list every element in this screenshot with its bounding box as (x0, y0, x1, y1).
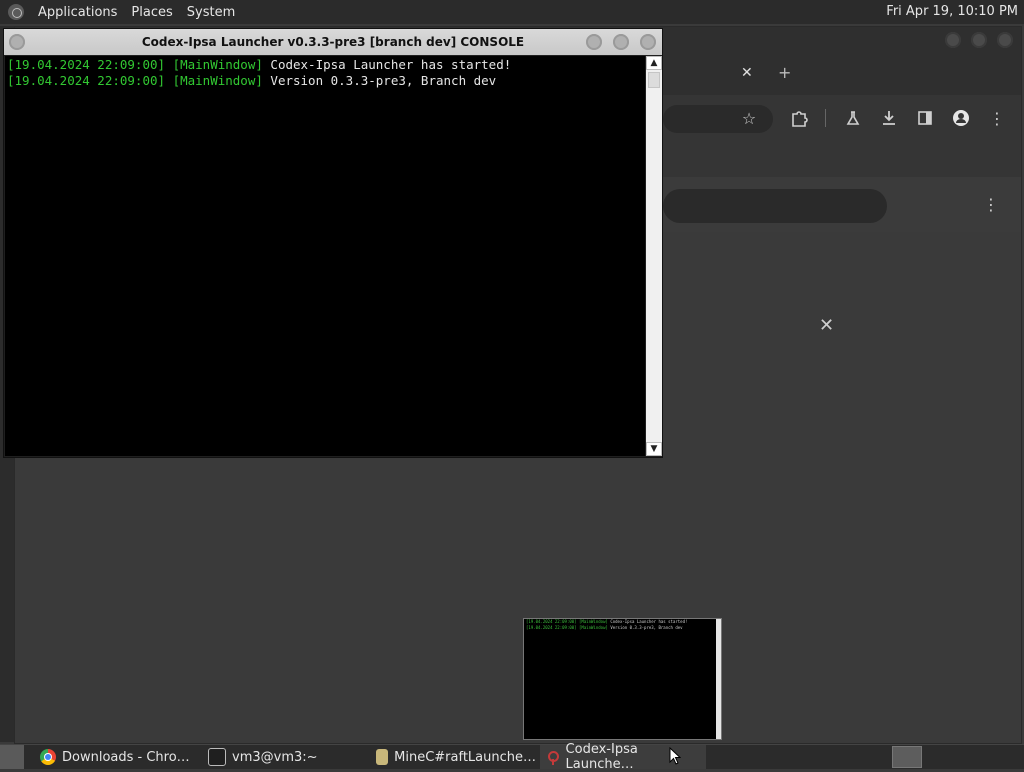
console-window: Codex-Ipsa Launcher v0.3.3-pre3 [branch … (3, 28, 663, 458)
log-tag: [MainWindow] (172, 73, 263, 88)
menu-applications[interactable]: Applications (38, 5, 117, 20)
minimize-button[interactable] (945, 32, 961, 48)
maximize-button[interactable] (613, 34, 629, 50)
scroll-up-icon[interactable]: ▲ (646, 56, 662, 70)
extensions-icon[interactable] (788, 107, 810, 129)
log-line: [19.04.2024 22:09:00] [MainWindow] Versi… (7, 73, 645, 89)
preview-line: [19.04.2024 22:09:00] [MainWindow] Versi… (524, 625, 721, 631)
maximize-button[interactable] (971, 32, 987, 48)
taskbar-item-terminal[interactable]: vm3@vm3:~ (204, 745, 368, 769)
sidepanel-icon[interactable] (914, 107, 936, 129)
taskbar-item-launcher[interactable]: Codex-Ipsa Launche… (540, 742, 706, 772)
menu-system[interactable]: System (187, 5, 235, 20)
clock[interactable]: Fri Apr 19, 10:10 PM (886, 4, 1018, 19)
preview-scrollbar (716, 619, 721, 739)
taskbar-item-downloads[interactable]: Downloads - Chro… (36, 745, 200, 769)
dialog-close-icon[interactable]: ✕ (819, 315, 834, 336)
log-timestamp: [19.04.2024 22:09:00] (7, 57, 166, 72)
tab-close-icon[interactable]: ✕ (741, 65, 753, 81)
menu-places[interactable]: Places (131, 5, 172, 20)
preview-timestamp: [19.04.2024 22:09:00] (526, 625, 577, 630)
star-icon[interactable]: ☆ (738, 107, 760, 129)
console-output[interactable]: [19.04.2024 22:09:00] [MainWindow] Codex… (5, 56, 645, 456)
terminal-icon (208, 748, 226, 766)
taskbar: Downloads - Chro… vm3@vm3:~ MineC#raftLa… (0, 742, 1024, 772)
distro-logo-icon[interactable] (8, 4, 24, 20)
preview-message: Codex-Ipsa Launcher has started! (610, 619, 688, 624)
chrome-icon (40, 749, 56, 765)
window-menu-button[interactable] (9, 34, 25, 50)
mouse-cursor-icon (669, 747, 681, 765)
close-button[interactable] (640, 34, 656, 50)
preview-message: Version 0.3.3-pre3, Branch dev (610, 625, 683, 630)
preview-timestamp: [19.04.2024 22:09:00] (526, 619, 577, 624)
menu-icon[interactable]: ⋮ (986, 107, 1008, 129)
launcher-icon (544, 749, 560, 765)
taskbar-item-folder[interactable]: MineC#raftLaunche… (372, 745, 536, 769)
taskbar-item-label: MineC#raftLaunche… (394, 749, 536, 765)
log-message: Codex-Ipsa Launcher has started! (270, 57, 512, 72)
close-button[interactable] (997, 32, 1013, 48)
console-titlebar[interactable]: Codex-Ipsa Launcher v0.3.3-pre3 [branch … (4, 29, 662, 55)
console-title: Codex-Ipsa Launcher v0.3.3-pre3 [branch … (141, 35, 525, 49)
top-panel: Applications Places System Fri Apr 19, 1… (0, 0, 1024, 24)
log-message: Version 0.3.3-pre3, Branch dev (270, 73, 497, 88)
folder-icon (376, 749, 389, 765)
new-tab-button[interactable]: + (778, 63, 791, 82)
taskbar-item-label: Downloads - Chro… (62, 749, 190, 765)
top-menu: Applications Places System (0, 4, 235, 20)
minimize-button[interactable] (586, 34, 602, 50)
show-desktop-button[interactable] (0, 745, 24, 769)
download-icon[interactable] (878, 107, 900, 129)
log-line: [19.04.2024 22:09:00] [MainWindow] Codex… (7, 57, 645, 73)
workspace-switcher[interactable] (892, 746, 922, 768)
scroll-thumb[interactable] (648, 72, 660, 88)
log-tag: [MainWindow] (172, 57, 263, 72)
preview-tag: [MainWindow] (579, 619, 608, 624)
preview-tag: [MainWindow] (579, 625, 608, 630)
labs-icon[interactable] (842, 107, 864, 129)
log-timestamp: [19.04.2024 22:09:00] (7, 73, 166, 88)
page-menu-icon[interactable]: ⋮ (983, 195, 999, 214)
console-scrollbar[interactable]: ▲ ▼ (646, 56, 662, 456)
taskbar-item-label: vm3@vm3:~ (232, 749, 318, 765)
profile-icon[interactable] (950, 107, 972, 129)
page-search-field[interactable] (663, 189, 887, 223)
window-preview-thumbnail[interactable]: [19.04.2024 22:09:00] [MainWindow] Codex… (523, 618, 722, 740)
scroll-down-icon[interactable]: ▼ (646, 442, 662, 456)
toolbar-divider (825, 109, 826, 127)
